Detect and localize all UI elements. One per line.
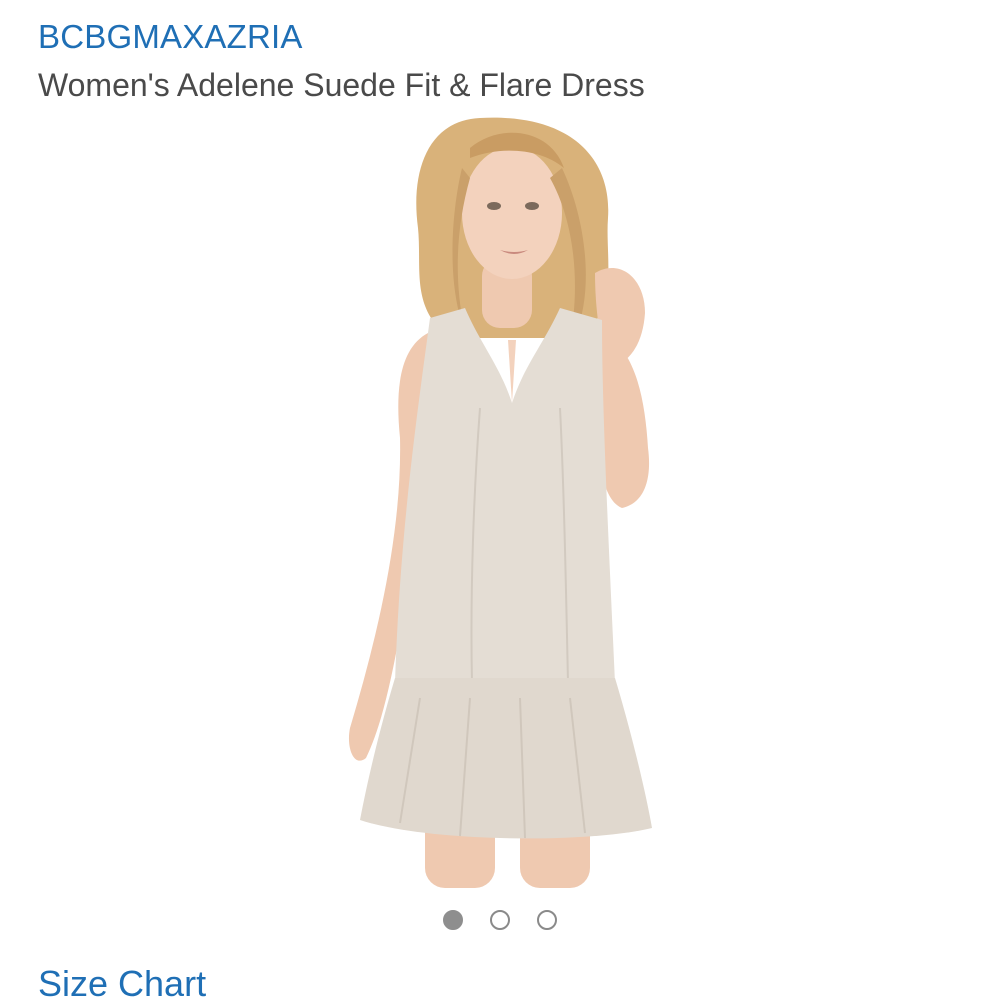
carousel-dot-2[interactable]: [490, 910, 510, 930]
size-chart-link[interactable]: Size Chart: [38, 962, 206, 1000]
carousel-dot-3[interactable]: [537, 910, 557, 930]
brand-link[interactable]: BCBGMAXAZRIA: [38, 16, 303, 58]
model-photo: [348, 117, 652, 888]
product-image[interactable]: [250, 108, 750, 888]
product-page: BCBGMAXAZRIA Women's Adelene Suede Fit &…: [0, 0, 1000, 1000]
image-carousel-indicator: [0, 906, 1000, 934]
carousel-dot-1[interactable]: [443, 910, 463, 930]
product-title: Women's Adelene Suede Fit & Flare Dress: [38, 67, 645, 103]
